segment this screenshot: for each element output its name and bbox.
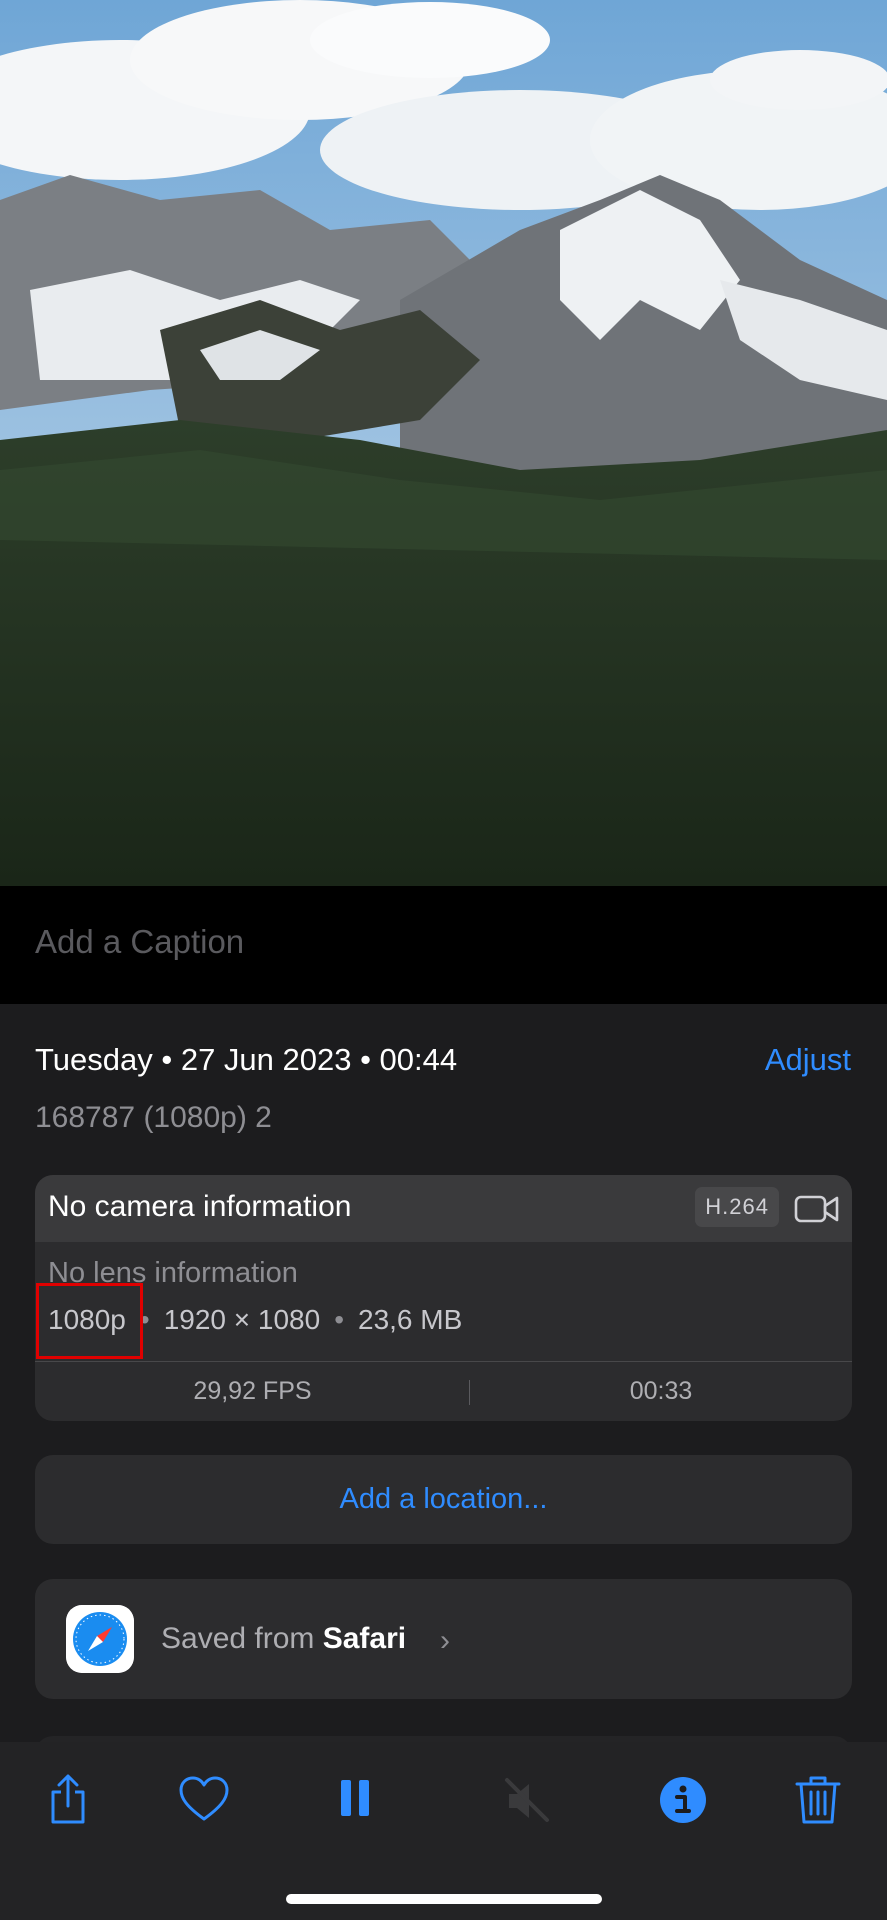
info-icon[interactable] (655, 1772, 711, 1828)
trash-icon[interactable] (790, 1772, 846, 1828)
adjust-button[interactable]: Adjust (765, 1042, 851, 1078)
dimensions: 1920 × 1080 (163, 1304, 321, 1335)
highlight-box (36, 1283, 143, 1359)
video-preview[interactable] (0, 0, 887, 886)
camera-info-card: No camera information H.264 No lens info… (35, 1175, 852, 1421)
location-card: Add a location... (35, 1455, 852, 1544)
date-time: Tuesday • 27 Jun 2023 • 00:44 (35, 1042, 458, 1077)
saved-from-prefix: Saved from (161, 1622, 323, 1655)
file-size: 23,6 MB (358, 1304, 463, 1335)
heart-icon[interactable] (176, 1772, 232, 1828)
source-app: Safari (322, 1622, 407, 1655)
share-icon[interactable] (40, 1772, 96, 1828)
chevron-right-icon: › (440, 1624, 450, 1657)
mute-icon (505, 1778, 549, 1822)
frame-rate: 29,92 FPS (193, 1377, 312, 1405)
duration: 00:33 (629, 1377, 693, 1405)
safari-icon (66, 1605, 134, 1673)
camera-title: No camera information (48, 1190, 352, 1223)
source-card[interactable]: Saved from Safari › (35, 1579, 852, 1699)
caption-input[interactable]: Add a Caption (35, 923, 244, 961)
codec-badge: H.264 (695, 1187, 779, 1227)
file-name: 168787 (1080p) 2 (35, 1101, 272, 1134)
add-location-button[interactable]: Add a location... (35, 1455, 852, 1544)
camera-info-header: No camera information H.264 (35, 1175, 852, 1242)
separator-dot: • (334, 1304, 344, 1335)
home-indicator[interactable] (286, 1894, 602, 1904)
pause-icon[interactable] (328, 1772, 384, 1828)
video-camera-icon (794, 1195, 839, 1223)
saved-from-text: Saved from Safari (161, 1622, 406, 1656)
